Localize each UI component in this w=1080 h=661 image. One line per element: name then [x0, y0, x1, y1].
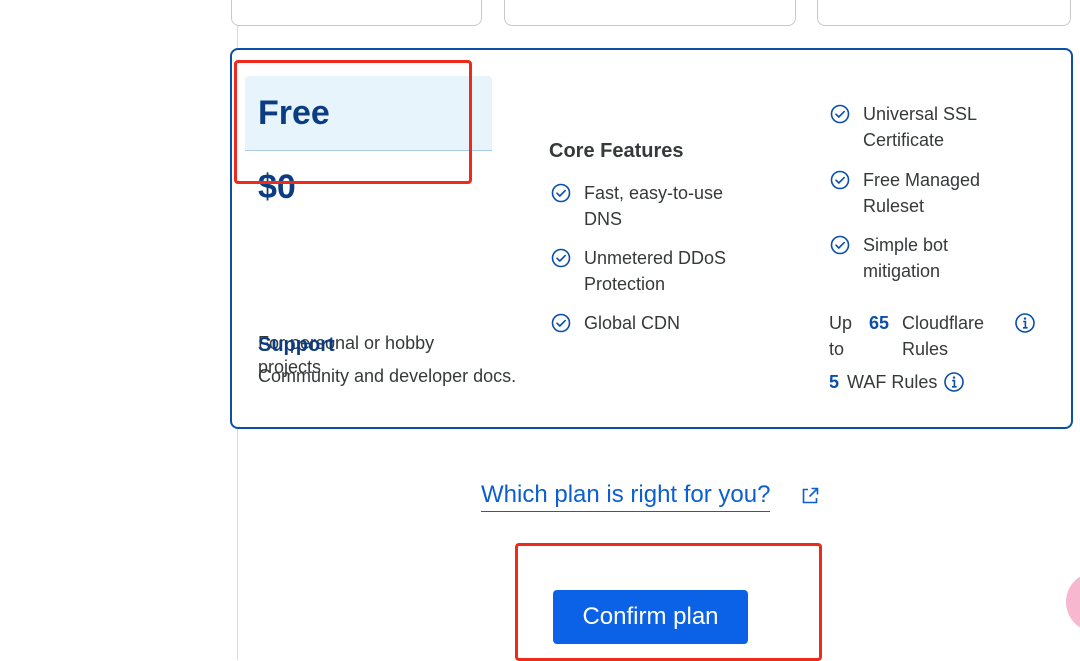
check-circle-icon [830, 104, 850, 124]
support-title: Support [258, 334, 335, 356]
annotation-highlight-confirm [515, 543, 822, 661]
core-features-title: Core Features [549, 140, 684, 162]
waf-limit: 5 WAF Rules [829, 369, 965, 395]
plan-card-top-2[interactable] [504, 0, 796, 26]
rules-count: 65 [869, 313, 890, 333]
feature-label: Free Managed Ruleset [863, 170, 981, 216]
feature-dns: Fast, easy-to-use DNS [550, 180, 760, 232]
check-circle-icon [830, 235, 850, 255]
feature-ssl: Universal SSL Certificate [829, 101, 1004, 153]
rules-label: Cloudflare Rules [902, 313, 985, 359]
feature-cdn: Global CDN [550, 310, 760, 336]
feature-ddos: Unmetered DDoS Protection [550, 245, 760, 297]
info-icon[interactable] [1014, 312, 1036, 334]
check-circle-icon [551, 313, 571, 333]
waf-label: WAF Rules [847, 372, 938, 392]
rules-prefix: Up to [829, 313, 853, 359]
info-icon[interactable] [943, 371, 965, 393]
feature-label: Simple bot mitigation [863, 235, 949, 281]
feature-label: Global CDN [584, 313, 681, 333]
feature-bot: Simple bot mitigation [829, 232, 1004, 284]
support-text: Community and developer docs. [258, 366, 517, 386]
plan-card-top-3[interactable] [817, 0, 1071, 26]
floating-widget[interactable] [1066, 572, 1080, 632]
check-circle-icon [551, 183, 571, 203]
which-plan-link[interactable]: Which plan is right for you? [481, 481, 771, 512]
external-link-icon[interactable] [799, 485, 821, 507]
rules-limit: Up to 65 Cloudflare Rules [829, 310, 1036, 362]
feature-label: Fast, easy-to-use DNS [584, 183, 724, 229]
plan-card-top-1[interactable] [231, 0, 482, 26]
feature-label: Unmetered DDoS Protection [584, 248, 727, 294]
annotation-highlight-plan [234, 60, 472, 184]
check-circle-icon [551, 248, 571, 268]
check-circle-icon [830, 170, 850, 190]
waf-count: 5 [829, 372, 840, 392]
feature-ruleset: Free Managed Ruleset [829, 167, 1004, 219]
feature-label: Universal SSL Certificate [863, 104, 977, 150]
